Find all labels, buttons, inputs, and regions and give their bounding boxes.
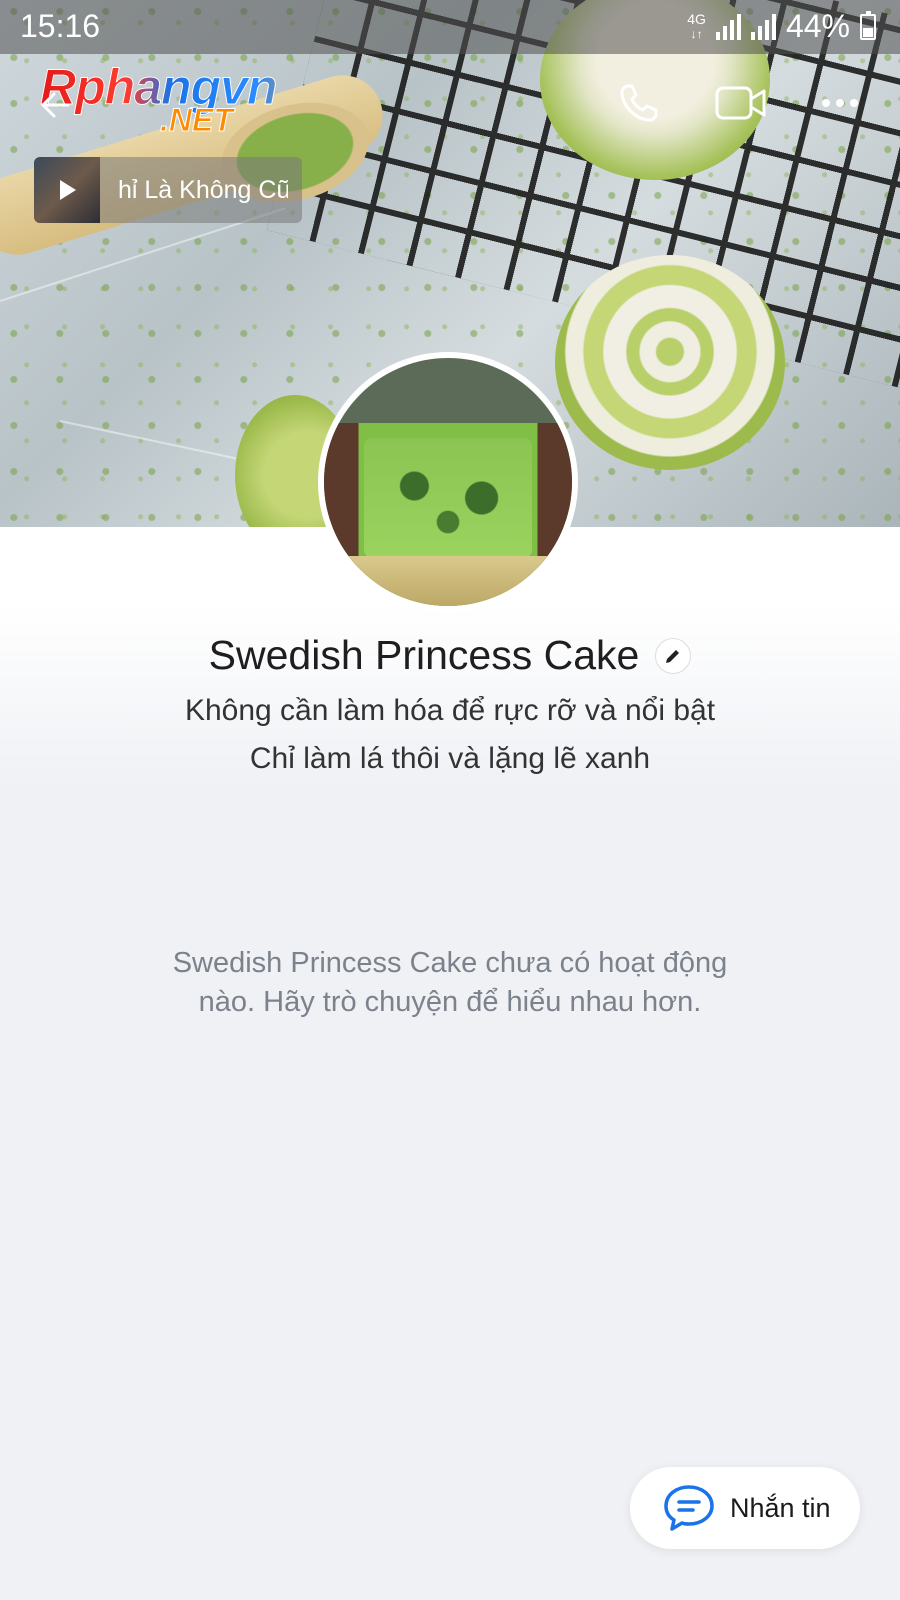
watermark-suffix: .NET bbox=[160, 102, 234, 139]
status-time: 15:16 bbox=[20, 8, 101, 44]
battery-percent: 44% bbox=[785, 8, 850, 44]
message-button-label: Nhắn tin bbox=[730, 1492, 831, 1523]
video-call-icon[interactable] bbox=[714, 83, 768, 123]
profile-music-chip[interactable]: hỉ Là Không Cũ bbox=[34, 157, 302, 223]
avatar-plate bbox=[324, 556, 572, 606]
empty-feed-message: Swedish Princess Cake chưa có hoạt động … bbox=[172, 947, 728, 1018]
profile-name-row: Swedish Princess Cake bbox=[0, 632, 900, 679]
edit-name-button[interactable] bbox=[655, 637, 692, 674]
status-indicators: 4G ↓↑ 44% bbox=[687, 8, 876, 45]
avatar-cake-filling bbox=[364, 438, 532, 558]
network-type: 4G ↓↑ bbox=[687, 11, 706, 41]
avatar[interactable] bbox=[318, 352, 578, 612]
message-button[interactable]: Nhắn tin bbox=[630, 1467, 860, 1549]
profile-bio-line2: Chỉ làm lá thôi và lặng lẽ xanh bbox=[249, 742, 651, 775]
chat-icon bbox=[664, 1485, 714, 1531]
music-title: hỉ Là Không Cũ bbox=[118, 175, 288, 204]
battery-icon bbox=[860, 10, 876, 40]
profile-name: Swedish Princess Cake bbox=[208, 632, 640, 678]
cupcake bbox=[555, 255, 785, 470]
profile-bio-line1: Không cần làm hóa để rực rỡ và nổi bật bbox=[184, 694, 716, 727]
phone-icon[interactable] bbox=[616, 80, 662, 126]
more-icon[interactable] bbox=[820, 97, 860, 109]
signal-icon bbox=[750, 13, 776, 40]
header-actions bbox=[616, 80, 860, 126]
edit-icon bbox=[666, 649, 680, 663]
watermark-logo: Rphangvn .NET bbox=[40, 58, 330, 142]
play-icon[interactable] bbox=[54, 177, 80, 203]
signal-icon bbox=[715, 13, 741, 40]
music-thumbnail bbox=[34, 157, 100, 223]
network-label: 4G bbox=[687, 11, 706, 27]
back-arrow-icon[interactable] bbox=[38, 85, 78, 125]
